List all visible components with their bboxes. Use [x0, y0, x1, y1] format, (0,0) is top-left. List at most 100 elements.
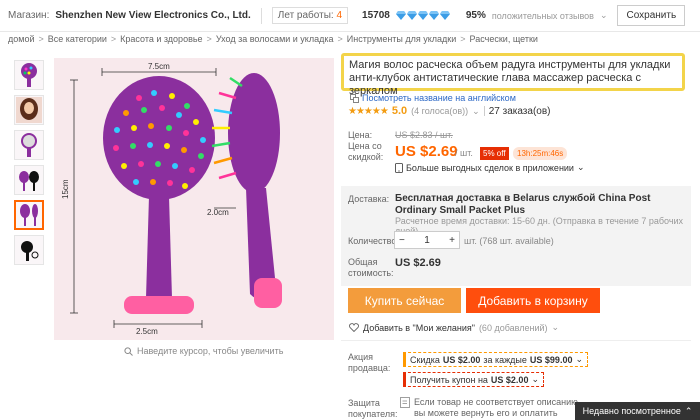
rating-row: ★★★★★ 5.0 (4 голоса(ов)) ⌄ 27 заказа(ов)	[348, 105, 551, 117]
diamond-icon	[406, 11, 417, 20]
positive-feedback-pct: 95%	[465, 10, 486, 21]
coupon-promo[interactable]: Получить купон на US $2.00 ⌄	[403, 372, 544, 387]
app-deals-text[interactable]: Больше выгодных сделок в приложении	[406, 163, 574, 173]
quantity-label: Количество:	[348, 236, 399, 246]
thumbnail-strip	[14, 60, 44, 265]
recently-viewed-bar[interactable]: Недавно посмотренное ⌃	[575, 402, 700, 420]
translate-icon	[350, 93, 359, 103]
dim-handle-label: 2.0cm	[207, 208, 229, 217]
translate-title-link[interactable]: Посмотреть название на английском	[350, 93, 516, 103]
coupon-prefix: Получить купон на	[410, 374, 488, 385]
discount-price: US $2.69	[395, 143, 458, 160]
magnifier-icon	[124, 346, 133, 356]
wishlist-count: (60 добавлений)	[478, 322, 548, 333]
chevron-down-icon[interactable]: ⌄	[577, 162, 585, 173]
shipping-label: Доставка:	[348, 194, 390, 204]
buyer-protection: Если товар не соответствует описанию, вы…	[400, 397, 594, 420]
translate-title-text[interactable]: Посмотреть название на английском	[362, 93, 516, 103]
diamond-icon	[428, 11, 439, 20]
discount-badge: 5% off	[480, 147, 509, 160]
save-store-button[interactable]: Сохранить	[617, 5, 686, 26]
return-icon	[400, 397, 410, 408]
zoom-hint: Наведите курсор, чтобы увеличить	[124, 346, 283, 356]
total-label: Общая стоимость:	[348, 257, 394, 278]
promo-discount-amount: US $2.00	[442, 354, 481, 365]
positive-feedback-label: положительных отзывов	[491, 10, 594, 21]
store-score: 15708	[362, 10, 390, 21]
wishlist-link[interactable]: Добавить в "Мои желания" (60 добавлений)…	[349, 322, 559, 333]
breadcrumb-item[interactable]: Инструменты для укладки	[347, 34, 457, 44]
thumbnail-dimensions[interactable]	[14, 200, 44, 230]
quantity-available: шт. (768 шт. available)	[464, 236, 554, 246]
breadcrumb-separator: >	[38, 34, 44, 44]
dim-bottom-label: 2.5cm	[136, 327, 158, 336]
app-deals-link[interactable]: Больше выгодных сделок в приложении ⌄	[395, 162, 585, 173]
thumbnail-colors[interactable]	[14, 165, 44, 195]
breadcrumb-separator: >	[206, 34, 212, 44]
protection-label: Защита покупателя:	[348, 398, 398, 419]
total-price: US $2.69	[395, 257, 441, 269]
breadcrumb-home[interactable]: домой	[8, 34, 34, 44]
dim-height-label: 15cm	[61, 179, 70, 199]
quantity-input[interactable]: 1	[424, 235, 430, 246]
breadcrumb: домой > Все категории > Красота и здоровье…	[8, 34, 538, 44]
years-value: 4	[336, 10, 343, 21]
orders-count: 27 заказа(ов)	[488, 105, 551, 117]
store-years-badge: Лет работы: 4	[271, 7, 349, 24]
divider	[483, 106, 485, 116]
rating-value: 5.0	[391, 105, 408, 117]
chevron-down-icon[interactable]: ⌄	[600, 10, 608, 21]
chevron-down-icon[interactable]: ⌄	[531, 374, 539, 385]
add-to-cart-button[interactable]: Добавить в корзину	[466, 288, 600, 313]
chevron-down-icon[interactable]: ⌄	[472, 106, 480, 117]
store-rank-diamonds	[395, 11, 450, 20]
breadcrumb-item[interactable]: Красота и здоровье	[120, 34, 202, 44]
promo-discount-mid: за каждые	[483, 354, 527, 365]
shipping-method[interactable]: Бесплатная доставка в Belarus службой Ch…	[395, 193, 690, 217]
old-price-label: Цена:	[348, 130, 373, 140]
rating-votes-link[interactable]: (4 голоса(ов))	[411, 106, 468, 116]
store-label: Магазин:	[8, 10, 50, 21]
thumbnail-side[interactable]	[14, 235, 44, 265]
buy-now-button[interactable]: Купить сейчас	[348, 288, 461, 313]
heart-icon	[349, 323, 359, 332]
discount-price-label: Цена со скидкой:	[348, 141, 384, 162]
breadcrumb-item[interactable]: Все категории	[48, 34, 107, 44]
chevron-down-icon[interactable]: ⌄	[552, 322, 560, 333]
breadcrumb-separator: >	[337, 34, 343, 44]
years-label: Лет работы:	[277, 10, 334, 21]
divider	[260, 7, 262, 24]
hairbrush-illustration: 7.5cm 15cm 2.5cm 2.0cm	[61, 62, 282, 336]
thumbnail-brush-front[interactable]	[14, 60, 44, 90]
quantity-increase-button[interactable]: +	[449, 235, 455, 246]
diamond-icon	[395, 11, 406, 20]
main-product-image[interactable]: 7.5cm 15cm 2.5cm 2.0cm	[54, 58, 334, 340]
chevron-up-icon[interactable]: ⌃	[685, 406, 693, 417]
diamond-icon	[439, 11, 450, 20]
protection-text: Если товар не соответствует описанию, вы…	[414, 397, 581, 420]
wishlist-text[interactable]: Добавить в "Мои желания"	[363, 323, 475, 333]
promo-discount-prefix: Скидка	[410, 354, 440, 365]
recently-viewed-label[interactable]: Недавно посмотренное	[583, 406, 681, 416]
chevron-down-icon[interactable]: ⌄	[575, 354, 583, 365]
breadcrumb-item[interactable]: Уход за волосами и укладка	[216, 34, 334, 44]
breadcrumb-separator: >	[460, 34, 466, 44]
thumbnail-mirror[interactable]	[14, 130, 44, 160]
quantity-stepper: − 1 +	[394, 231, 460, 249]
promo-discount-threshold: US $99.00	[529, 354, 573, 365]
dim-top-label: 7.5cm	[148, 62, 170, 71]
store-discount-promo[interactable]: Скидка US $2.00 за каждые US $99.00 ⌄	[403, 352, 588, 367]
store-name-link[interactable]: Shenzhen New View Electronics Co., Ltd.	[55, 10, 250, 21]
phone-icon	[395, 162, 403, 173]
price-unit: / шт.	[455, 148, 473, 158]
promo-label: Акция продавца:	[348, 352, 391, 373]
star-rating-icon: ★★★★★	[348, 105, 389, 117]
old-price: US $2.83 / шт.	[395, 130, 453, 140]
quantity-decrease-button[interactable]: −	[399, 235, 405, 246]
breadcrumb-item[interactable]: Расчески, щетки	[470, 34, 538, 44]
thumbnail-model[interactable]	[14, 95, 44, 125]
coupon-amount: US $2.00	[490, 374, 529, 385]
countdown-timer: 13h:25m:46s	[513, 147, 568, 160]
breadcrumb-separator: >	[110, 34, 117, 44]
zoom-hint-text: Наведите курсор, чтобы увеличить	[137, 346, 284, 356]
